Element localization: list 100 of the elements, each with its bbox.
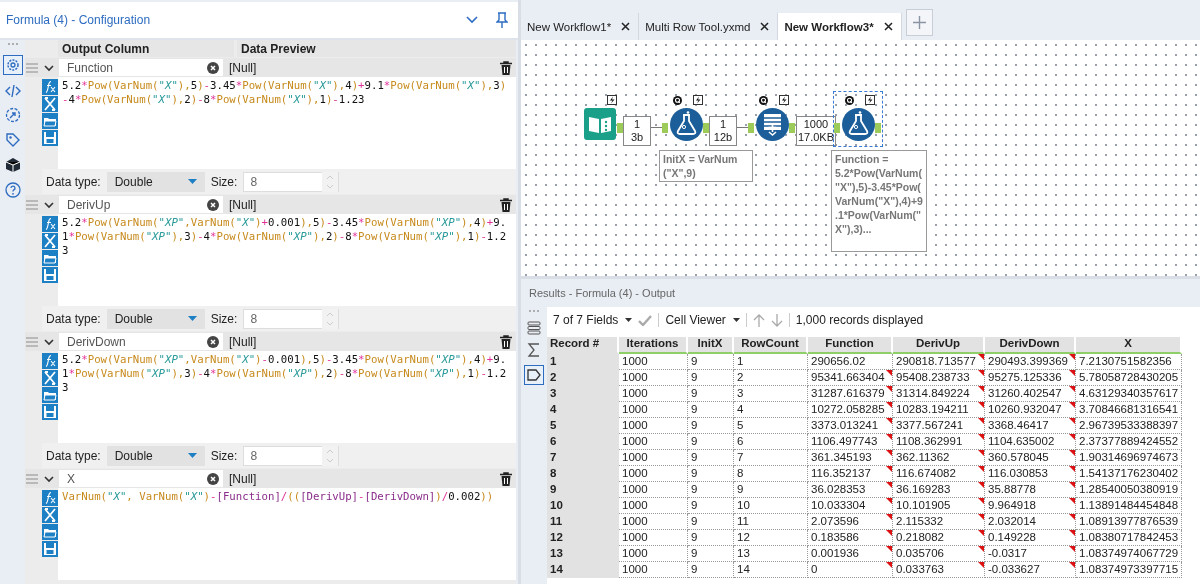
trash-icon[interactable] (500, 471, 512, 486)
table-cell: 2.37377889424552 (1079, 435, 1179, 447)
arrow-up-icon[interactable] (752, 313, 765, 327)
output-column-field[interactable]: Function (59, 59, 223, 76)
table-cell: 1108.362991 (896, 435, 963, 447)
save-icon[interactable] (42, 541, 58, 557)
variable-icon[interactable] (42, 233, 58, 249)
close-icon[interactable] (883, 22, 893, 31)
list-plus-icon (755, 108, 789, 141)
checkmark-icon[interactable] (638, 314, 653, 326)
tool-node[interactable] (834, 92, 882, 146)
chevron-down-icon[interactable] (466, 16, 478, 24)
close-icon[interactable] (760, 22, 770, 31)
size-field[interactable]: 8 (243, 171, 340, 192)
output-column-field[interactable]: X (59, 470, 223, 487)
table-cell: 0.033763 (896, 563, 944, 575)
table-cell: 5 (737, 419, 744, 431)
folder-icon[interactable] (42, 524, 58, 540)
save-icon[interactable] (42, 267, 58, 283)
table-cell: 1 (737, 355, 744, 367)
save-icon[interactable] (42, 130, 58, 146)
drag-handle-icon[interactable] (26, 62, 38, 73)
arrow-down-icon[interactable] (770, 313, 783, 327)
settings-icon[interactable] (2, 55, 23, 75)
table-cell: 9 (691, 435, 698, 447)
column-header[interactable]: Iterations (619, 337, 688, 354)
table-cell: 1000 (622, 499, 648, 511)
data-type-dropdown[interactable]: Double (106, 171, 205, 192)
drag-handle-icon[interactable] (26, 336, 38, 347)
column-header[interactable]: X (1076, 337, 1182, 354)
pin-icon[interactable] (496, 12, 508, 28)
table-cell: 95408.238733 (896, 371, 970, 383)
table-cell: 1.90314696974673 (1079, 451, 1179, 463)
column-header[interactable]: InitX (688, 337, 734, 354)
function-icon[interactable] (42, 79, 58, 95)
input-anchor[interactable] (748, 123, 754, 133)
trash-icon[interactable] (500, 60, 512, 75)
workflow-tab[interactable]: New Workflow3* (778, 13, 902, 40)
drag-handle-icon[interactable] (26, 473, 38, 484)
drag-handle-icon[interactable] (26, 199, 38, 210)
close-icon[interactable] (621, 22, 631, 31)
lightning-icon (779, 95, 789, 105)
output-column-field[interactable]: DerivUp (59, 196, 223, 213)
trash-icon[interactable] (500, 334, 512, 349)
layers-icon[interactable] (527, 321, 541, 335)
function-icon[interactable] (42, 490, 58, 506)
add-tab-button[interactable] (905, 9, 933, 36)
function-icon[interactable] (42, 216, 58, 232)
output-column-field[interactable]: DerivDown (59, 333, 223, 350)
size-field[interactable]: 8 (243, 308, 340, 329)
folder-icon[interactable] (42, 387, 58, 403)
variable-icon[interactable] (42, 370, 58, 386)
column-header[interactable]: Record # (547, 337, 619, 354)
data-type-dropdown[interactable]: Double (106, 308, 205, 329)
function-icon[interactable] (42, 353, 58, 369)
tag-icon[interactable] (4, 132, 21, 148)
save-icon[interactable] (42, 404, 58, 420)
clear-icon[interactable] (207, 472, 219, 485)
variable-icon[interactable] (42, 96, 58, 112)
fields-dropdown[interactable]: 7 of 7 Fields (553, 313, 633, 327)
formula-expression[interactable]: VarNum("X", VarNum("X")-[Function]/(([DerivUp]-[DerivDown])/0.002)) (62, 490, 511, 504)
folder-icon[interactable] (42, 113, 58, 129)
table-cell: 10 (550, 499, 563, 511)
table-cell: 3373.013241 (811, 419, 879, 431)
input-anchor[interactable] (662, 123, 668, 133)
folder-icon[interactable] (42, 250, 58, 266)
help-icon[interactable] (4, 182, 21, 198)
workflow-canvas[interactable]: InitX = VarNum ("X",9) Function = 5.2*Pow(VarNum("X"),5)-3.45*Pow(VarNum("X"),4)+9.1*Pow(VarNum("X"),3)... 1 3b 1 12b 1000 17.0KB (521, 40, 1200, 279)
code-icon[interactable] (4, 84, 21, 98)
viewer-dropdown[interactable]: Cell Viewer (665, 313, 740, 327)
clear-icon[interactable] (207, 198, 219, 211)
table-cell: 8 (550, 467, 557, 479)
column-header[interactable]: Function (808, 337, 893, 354)
table-cell: 6 (550, 435, 557, 447)
table-cell: 116.030853 (988, 467, 1048, 479)
table-cell: 1.08374974067729 (1079, 547, 1179, 559)
table-cell: 9.964918 (988, 499, 1036, 511)
size-field[interactable]: 8 (243, 445, 340, 466)
cube-icon[interactable] (4, 157, 21, 173)
clear-icon[interactable] (207, 61, 219, 74)
tool-annotation: Function = 5.2*Pow(VarNum("X"),5)-3.45*Pow(VarNum("X"),4)+9.1*Pow(VarNum("X"),3)... (831, 150, 927, 252)
panel-title: Formula (4) - Configuration (6, 13, 152, 27)
table-cell: -0.0317 (988, 547, 1027, 559)
variable-icon[interactable] (42, 507, 58, 523)
trash-icon[interactable] (500, 197, 512, 212)
column-header[interactable]: DerivDown (985, 337, 1076, 354)
input-anchor[interactable] (834, 123, 840, 133)
table-cell: 0.035706 (896, 547, 944, 559)
table-cell: 1.08374973397715 (1079, 563, 1179, 575)
table-cell: 1104.635002 (988, 435, 1055, 447)
clear-icon[interactable] (207, 335, 219, 348)
record-count-label: 1 3b (623, 116, 651, 146)
data-type-dropdown[interactable]: Double (106, 445, 205, 466)
tag-icon[interactable] (524, 365, 544, 385)
column-header[interactable]: DerivUp (893, 337, 985, 354)
sigma-icon[interactable] (527, 343, 541, 357)
column-header[interactable]: RowCount (734, 337, 808, 354)
table-cell: 1.08380717842453 (1079, 531, 1179, 543)
table-cell: 0.149228 (988, 531, 1036, 543)
preview-value: [Null] (228, 334, 258, 349)
